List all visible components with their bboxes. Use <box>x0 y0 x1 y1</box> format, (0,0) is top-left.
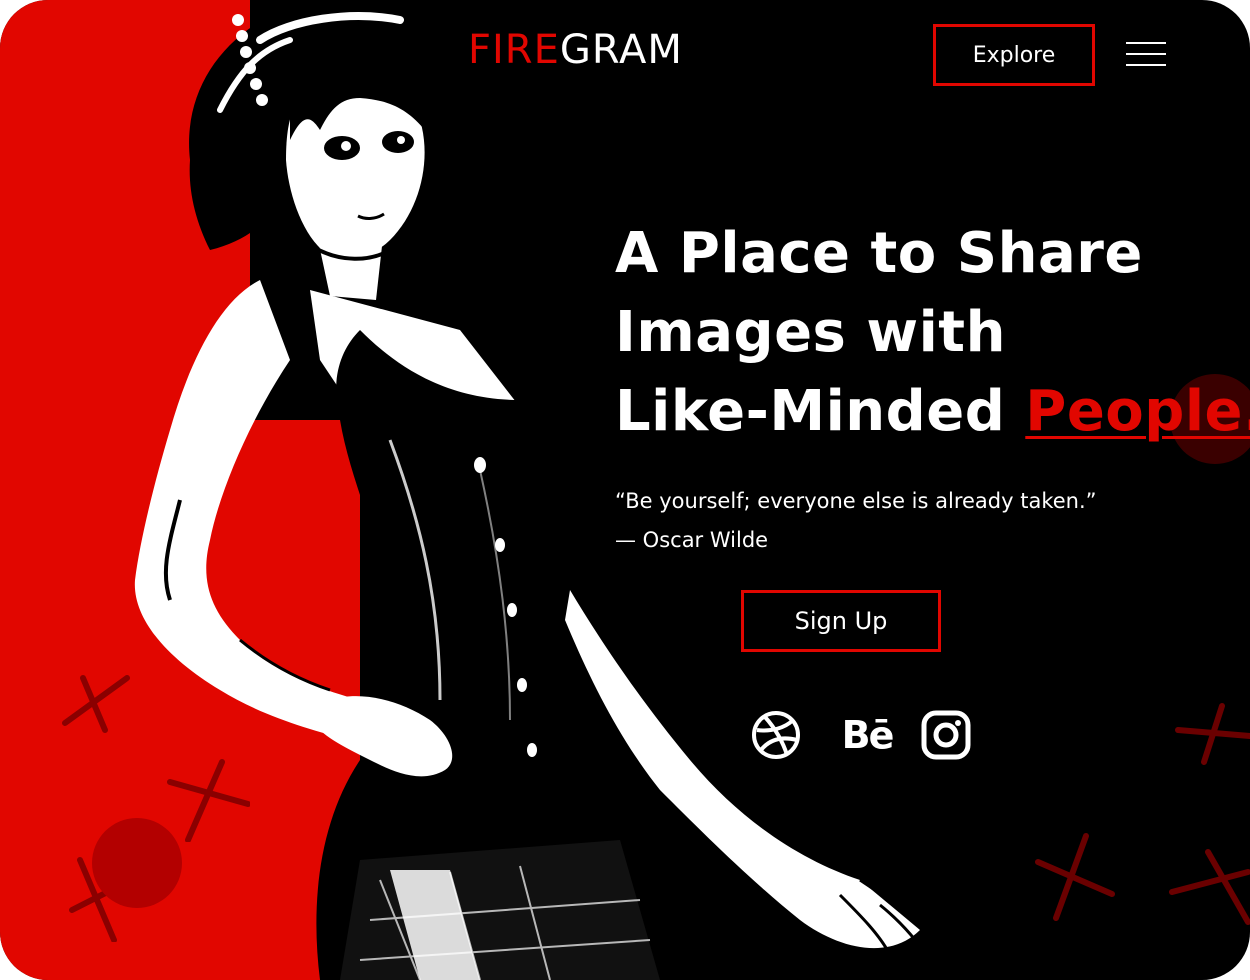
dribbble-link[interactable] <box>750 708 802 762</box>
instagram-link[interactable] <box>920 708 972 762</box>
behance-icon: Bē <box>841 713 895 757</box>
hero-quote: “Be yourself; everyone else is already t… <box>615 482 1215 560</box>
x-mark-decoration <box>1035 833 1115 921</box>
sign-up-button[interactable]: Sign Up <box>741 590 941 652</box>
behance-link[interactable]: Bē <box>834 708 900 762</box>
sign-up-button-label: Sign Up <box>794 607 888 635</box>
instagram-icon <box>921 710 971 760</box>
dribbble-icon <box>752 711 800 759</box>
quote-text: “Be yourself; everyone else is already t… <box>615 489 1097 513</box>
explore-button[interactable]: Explore <box>933 24 1095 86</box>
headline-line-1: A Place to Share <box>615 221 1143 286</box>
landing-page: FIREGRAM Explore A Place to Share Images… <box>0 0 1250 980</box>
logo[interactable]: FIREGRAM <box>468 26 683 74</box>
headline-line-2: Images with <box>615 300 1006 365</box>
hero-headline: A Place to Share Images with Like-Minded… <box>615 214 1250 451</box>
quote-author: — Oscar Wilde <box>615 528 769 552</box>
logo-fire: FIRE <box>468 27 560 73</box>
headline-line-3-prefix: Like-Minded <box>615 379 1026 444</box>
x-mark-decoration <box>1169 849 1250 925</box>
explore-button-label: Explore <box>972 42 1056 68</box>
headline-accent: People. <box>1025 379 1250 444</box>
x-mark-decoration <box>1175 703 1250 765</box>
headline-line-3: Like-Minded People. <box>615 372 1250 451</box>
logo-gram: GRAM <box>559 27 683 73</box>
hamburger-menu-icon[interactable] <box>1126 42 1166 66</box>
